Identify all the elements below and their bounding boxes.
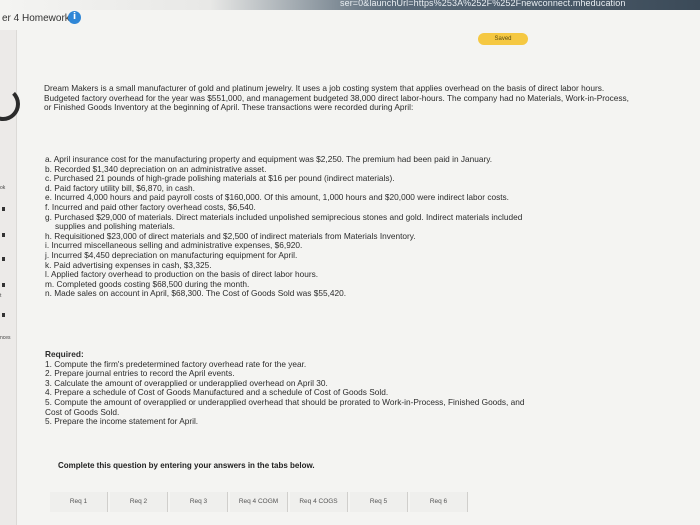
- rail-marker: [2, 283, 5, 287]
- required-list: 1. Compute the firm's predetermined fact…: [45, 359, 625, 427]
- tab-req-3[interactable]: Req 3: [170, 492, 228, 512]
- assignment-title: er 4 Homework: [2, 13, 70, 24]
- assignment-header: er 4 Homework: [0, 10, 700, 32]
- rail-item-references[interactable]: nces: [0, 335, 11, 341]
- rail-item-print[interactable]: t: [0, 293, 1, 299]
- transactions-list: a. April insurance cost for the manufact…: [45, 154, 620, 299]
- tabs-instruction: Complete this question by entering your …: [58, 461, 315, 470]
- progress-ring-icon: [0, 87, 20, 121]
- tab-req-4-cogm[interactable]: Req 4 COGM: [230, 492, 288, 512]
- question-nav-rail[interactable]: ok t nces: [0, 30, 20, 525]
- rail-marker: [2, 313, 5, 317]
- rail-marker: [2, 207, 5, 211]
- required-item: 5. Prepare the income statement for Apri…: [45, 416, 199, 427]
- problem-intro: Dream Makers is a small manufacturer of …: [44, 83, 629, 113]
- tab-req-4-cogs[interactable]: Req 4 COGS: [290, 492, 348, 512]
- tab-req-1[interactable]: Req 1: [50, 492, 108, 512]
- browser-url-bar: ser=0&launchUrl=https%253A%252F%252Fnewc…: [0, 0, 700, 10]
- required-item: 5. Compute the amount of overapplied or …: [45, 396, 525, 407]
- rail-marker: [2, 233, 5, 237]
- rail-marker: [2, 257, 5, 261]
- rail-item-ebook[interactable]: ok: [0, 185, 5, 191]
- tab-req-5[interactable]: Req 5: [350, 492, 408, 512]
- tab-req-6[interactable]: Req 6: [410, 492, 468, 512]
- requirement-tabs: Req 1 Req 2 Req 3 Req 4 COGM Req 4 COGS …: [50, 492, 470, 514]
- required-section: Required: 1. Compute the firm's predeter…: [45, 349, 625, 427]
- tab-req-2[interactable]: Req 2: [110, 492, 168, 512]
- transaction-item: n. Made sales on account in April, $68,3…: [45, 288, 347, 299]
- browser-url-text: ser=0&launchUrl=https%253A%252F%252Fnewc…: [340, 0, 626, 8]
- question-body: Dream Makers is a small manufacturer of …: [44, 83, 639, 426]
- saved-status-badge: Saved: [478, 33, 528, 45]
- info-icon[interactable]: i: [68, 11, 81, 24]
